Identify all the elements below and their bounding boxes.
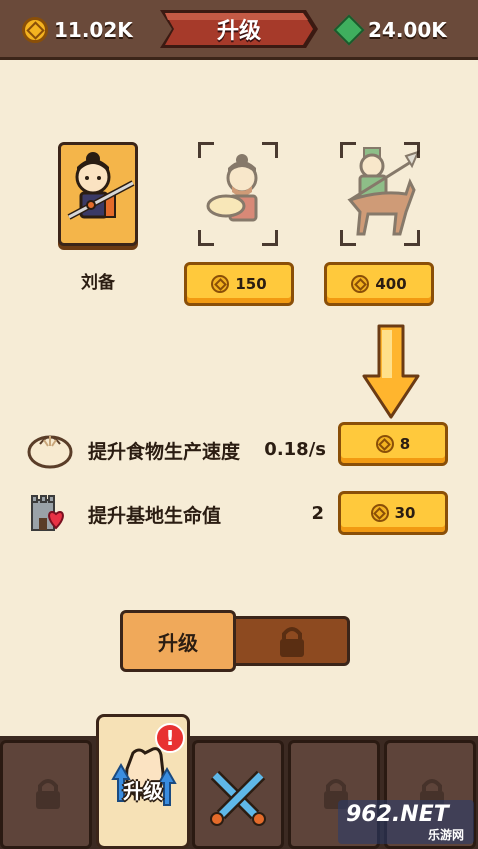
unlock-hero-2-cost: 150 [235, 275, 267, 293]
nav-battle[interactable] [192, 740, 284, 849]
tab-locked[interactable] [228, 616, 350, 666]
title-banner: 升级 [160, 8, 318, 50]
tab-upgrade[interactable]: 升级 [120, 610, 236, 672]
watermark-main: 962.NET [346, 802, 449, 827]
nav-upgrade[interactable]: ! 升级 [96, 714, 190, 849]
food-speed-value: 0.18/s [264, 439, 326, 460]
nav-upgrade-label: 升级 [123, 779, 163, 803]
hero-card-locked-3[interactable] [340, 142, 420, 246]
unlock-hero-3-cost: 400 [375, 275, 407, 293]
crossed-swords-icon [210, 770, 266, 826]
gem-icon [333, 14, 365, 46]
gold-counter: 11.02K [22, 14, 133, 46]
notification-badge: ! [155, 723, 185, 753]
unlock-hero-2-button[interactable]: 150 [184, 262, 294, 306]
lock-icon [36, 779, 60, 809]
gem-amount: 24.00K [368, 18, 447, 42]
watermark: 962.NET 乐游网 [338, 800, 474, 844]
gem-counter: 24.00K [333, 14, 447, 46]
hero-silhouette-3-icon [347, 147, 420, 236]
food-speed-label: 提升食物生产速度 [88, 441, 241, 463]
arrow-down-icon [362, 324, 420, 419]
upgrade-base-hp-button[interactable]: 30 [338, 491, 448, 535]
hero-card-liubei[interactable] [58, 142, 138, 246]
hero-card-locked-2[interactable] [198, 142, 278, 246]
watermark-sub: 乐游网 [427, 828, 464, 842]
coin-icon [351, 275, 370, 293]
lock-icon [280, 627, 304, 657]
hero-name-liubei: 刘备 [81, 273, 115, 293]
liubei-portrait-icon [67, 152, 135, 220]
page-title: 升级 [216, 19, 261, 44]
coin-icon [211, 275, 230, 293]
coin-icon [375, 435, 394, 453]
base-hp-value: 2 [311, 503, 324, 524]
hero-silhouette-2-icon [206, 154, 258, 222]
nav-locked-1[interactable] [0, 740, 92, 849]
gold-coin-icon [22, 17, 48, 43]
steamed-bun-icon [27, 435, 73, 469]
unlock-hero-3-button[interactable]: 400 [324, 262, 434, 306]
base-hp-cost: 30 [394, 504, 416, 522]
top-bar: 11.02K 升级 24.00K [0, 0, 478, 60]
base-hp-label: 提升基地生命值 [88, 505, 222, 527]
gold-amount: 11.02K [54, 18, 133, 42]
castle-heart-icon [31, 495, 64, 531]
coin-icon [370, 504, 389, 522]
upgrade-food-speed-button[interactable]: 8 [338, 422, 448, 466]
food-speed-cost: 8 [399, 435, 411, 453]
